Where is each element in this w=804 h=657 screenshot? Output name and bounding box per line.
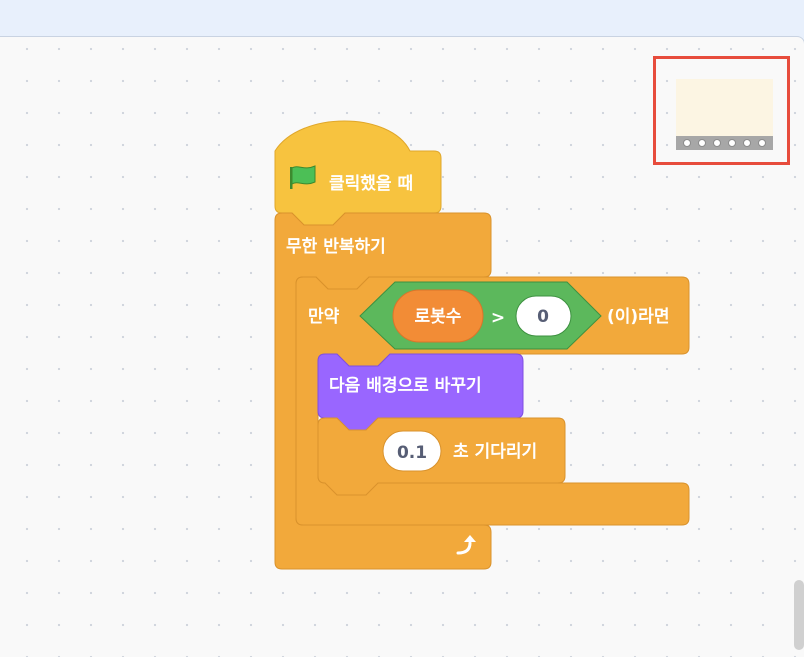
vertical-scrollbar[interactable] [794, 580, 804, 650]
wait-seconds-value: 0.1 [397, 443, 427, 463]
wait-seconds-block[interactable]: 0.1 초 기다리기 [317, 417, 566, 496]
compare-value: 0 [537, 307, 549, 327]
then-label: (이)라면 [607, 307, 669, 327]
sprite-thumbnail-highlight[interactable] [653, 56, 790, 165]
forever-block-label: 무한 반복하기 [286, 237, 386, 257]
looks-block-label: 다음 배경으로 바꾸기 [329, 376, 482, 396]
compare-value-input[interactable]: 0 [515, 295, 572, 337]
wait-block-label: 초 기다리기 [453, 442, 537, 462]
event-block-label: 클릭했을 때 [329, 173, 413, 194]
sprite-costume-icon[interactable] [676, 79, 773, 136]
wait-seconds-input[interactable]: 0.1 [382, 430, 442, 472]
filmstrip-icon [676, 136, 773, 150]
variable-reporter[interactable]: 로봇수 [392, 289, 484, 343]
operator-symbol: > [491, 308, 505, 328]
when-flag-clicked-block[interactable]: 클릭했을 때 [274, 120, 442, 226]
variable-label: 로봇수 [415, 307, 462, 327]
if-label: 만약 [308, 306, 340, 327]
greater-than-condition[interactable]: 로봇수 > 0 [359, 281, 602, 350]
